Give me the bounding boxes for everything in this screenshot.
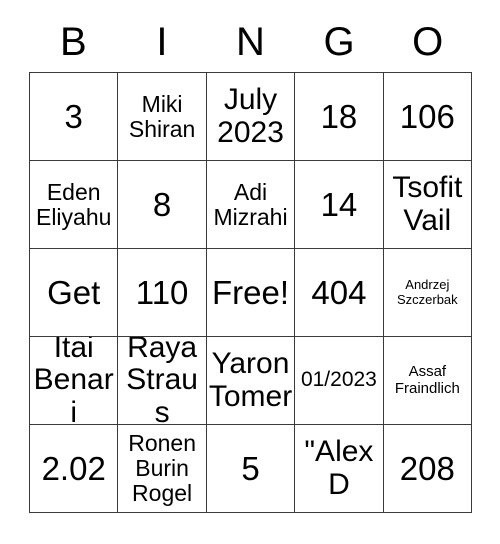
bingo-cell[interactable]: 106	[383, 73, 473, 161]
bingo-cell-text: 110	[135, 273, 189, 311]
bingo-cell[interactable]: July 2023	[206, 73, 296, 161]
bingo-cell-text: Get	[47, 273, 101, 311]
bingo-cell-text: 01/2023	[300, 368, 377, 392]
bingo-cell-text: 404	[311, 273, 367, 311]
bingo-cell-text: Raya Straus	[126, 337, 198, 425]
bingo-grid: 3 Miki Shiran July 2023 18 106 Eden Eliy…	[29, 72, 473, 513]
bingo-cell-text: Yaron Tomer	[208, 347, 293, 413]
bingo-cell-text: 5	[241, 449, 260, 487]
bingo-header-letter-o: O	[412, 20, 444, 64]
bingo-cell-text: "Alex D	[304, 435, 374, 501]
bingo-row: Eden Eliyahu 8 Adi Mizrahi 14 Tsofit Vai…	[30, 161, 473, 249]
bingo-cell-text: Itai Benari	[33, 337, 114, 425]
bingo-cell-text: Free!	[212, 273, 290, 311]
bingo-cell-text: Tsofit Vail	[392, 171, 463, 237]
bingo-cell[interactable]: 404	[295, 249, 384, 337]
bingo-cell-text: Assaf Fraindlich	[394, 363, 460, 397]
bingo-cell-text: 208	[399, 449, 455, 487]
bingo-cell[interactable]: Adi Mizrahi	[206, 161, 296, 249]
bingo-cell[interactable]: Eden Eliyahu	[30, 161, 119, 249]
bingo-cell[interactable]: Itai Benari	[30, 337, 119, 425]
bingo-card: B I N G O 3 Miki Shiran July 2023 18 106…	[29, 12, 473, 513]
bingo-cell-text: 2.02	[41, 449, 106, 487]
bingo-cell[interactable]: Raya Straus	[118, 337, 207, 425]
bingo-cell-text: 3	[64, 97, 83, 135]
bingo-row: 2.02 Ronen Burin Rogel 5 "Alex D 208	[30, 425, 473, 513]
bingo-cell-text: Miki Shiran	[128, 90, 196, 142]
bingo-cell[interactable]: 8	[118, 161, 207, 249]
bingo-cell[interactable]: "Alex D	[295, 425, 384, 513]
bingo-cell[interactable]: 14	[295, 161, 384, 249]
bingo-cell-text: Eden Eliyahu	[35, 178, 112, 230]
bingo-header-letter-g: G	[323, 20, 355, 64]
bingo-cell[interactable]: 01/2023	[295, 337, 384, 425]
bingo-cell[interactable]: Yaron Tomer	[206, 337, 296, 425]
bingo-cell-text: 8	[152, 185, 172, 223]
bingo-cell[interactable]: Assaf Fraindlich	[383, 337, 473, 425]
bingo-cell[interactable]: 110	[118, 249, 207, 337]
bingo-cell-text: Andrzej Szczerbak	[396, 277, 458, 307]
bingo-cell-text: Ronen Burin Rogel	[128, 430, 196, 506]
bingo-cell[interactable]: Ronen Burin Rogel	[118, 425, 207, 513]
bingo-cell[interactable]: Get	[30, 249, 119, 337]
bingo-row: Get 110 Free! 404 Andrzej Szczerbak	[30, 249, 473, 337]
bingo-cell[interactable]: Tsofit Vail	[383, 161, 473, 249]
bingo-header-letter-b: B	[59, 20, 87, 64]
bingo-cell-text: 106	[399, 97, 455, 135]
bingo-header-letter-n: N	[236, 20, 265, 64]
bingo-cell[interactable]: Andrzej Szczerbak	[383, 249, 473, 337]
bingo-cell-free[interactable]: Free!	[206, 249, 296, 337]
bingo-cell-text: 18	[320, 97, 358, 135]
bingo-cell[interactable]: 208	[383, 425, 473, 513]
bingo-cell[interactable]: 5	[206, 425, 296, 513]
bingo-header-row: B I N G O	[29, 12, 472, 72]
bingo-cell[interactable]: 3	[30, 73, 119, 161]
bingo-cell[interactable]: 2.02	[30, 425, 119, 513]
bingo-header-letter-i: I	[156, 20, 168, 64]
bingo-row: 3 Miki Shiran July 2023 18 106	[30, 73, 473, 161]
bingo-cell[interactable]: 18	[295, 73, 384, 161]
bingo-cell-text: July 2023	[217, 83, 284, 149]
bingo-cell-text: Adi Mizrahi	[213, 178, 288, 230]
bingo-row: Itai Benari Raya Straus Yaron Tomer 01/2…	[30, 337, 473, 425]
bingo-cell-text: 14	[320, 185, 358, 223]
bingo-cell[interactable]: Miki Shiran	[118, 73, 207, 161]
